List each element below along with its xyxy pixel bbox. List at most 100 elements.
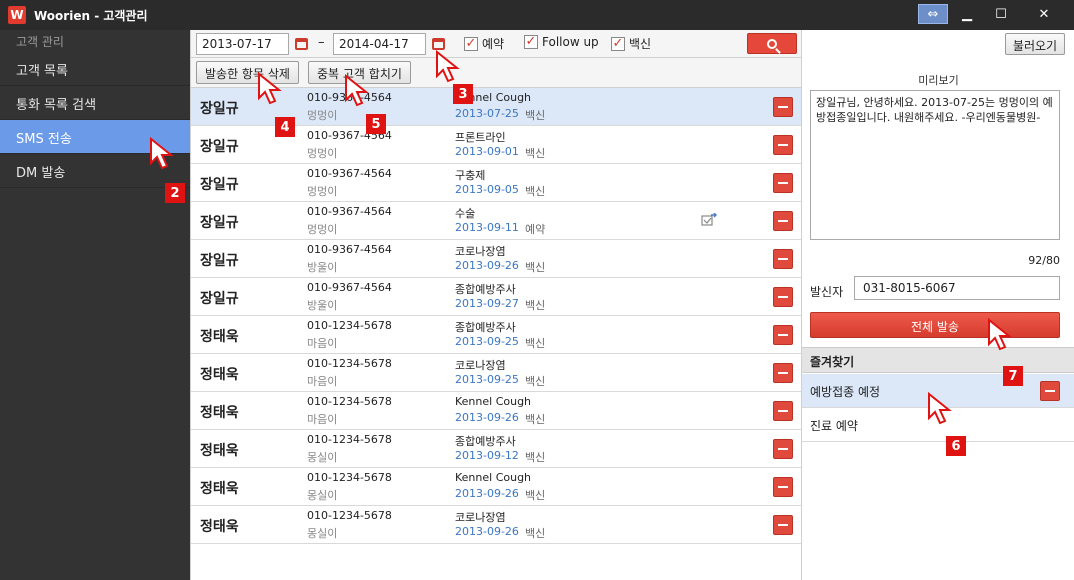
checkbox-label: Follow up bbox=[542, 35, 599, 49]
preview-label: 미리보기 bbox=[918, 74, 959, 87]
schedule-title: 코로나장염 bbox=[455, 245, 506, 258]
filter-bar: 2013-07-17 – 2014-04-17 ✓ 예약 ✓ Follow up… bbox=[191, 30, 802, 58]
schedule-date: 2013-09-05 bbox=[455, 183, 519, 196]
schedule-date: 2013-09-26 bbox=[455, 411, 519, 424]
step-badge: 3 bbox=[453, 84, 473, 104]
pet-name: 멍멍이 bbox=[307, 109, 338, 122]
remove-favorite-button[interactable] bbox=[1040, 381, 1060, 401]
customer-phone: 010-9367-4564 bbox=[307, 281, 392, 294]
search-icon bbox=[767, 38, 777, 49]
schedule-date: 2013-09-26 bbox=[455, 525, 519, 538]
checkbox-follow-up[interactable]: ✓ Follow up bbox=[524, 35, 599, 49]
table-row[interactable]: 정태욱 010-1234-5678 마음이 종합예방주사 2013-09-25 백신 bbox=[191, 316, 802, 354]
customer-phone: 010-9367-4564 bbox=[307, 167, 392, 180]
end-date-input[interactable]: 2014-04-17 bbox=[333, 33, 426, 55]
close-button[interactable]: ✕ bbox=[1020, 4, 1068, 24]
schedule-date: 2013-09-27 bbox=[455, 297, 519, 310]
load-button[interactable]: 불러오기 bbox=[1005, 33, 1065, 55]
schedule-type: 백신 bbox=[525, 185, 546, 198]
schedule-type: 백신 bbox=[525, 413, 546, 426]
table-row[interactable]: 장일규 010-9367-4564 방울이 코로나장염 2013-09-26 백신 bbox=[191, 240, 802, 278]
table-row[interactable]: 정태욱 010-1234-5678 몽실이 종합예방주사 2013-09-12 백신 bbox=[191, 430, 802, 468]
customer-name: 장일규 bbox=[200, 253, 239, 269]
schedule-type: 백신 bbox=[525, 375, 546, 388]
delete-row-button[interactable] bbox=[773, 287, 793, 307]
customer-name: 장일규 bbox=[200, 177, 239, 193]
delete-row-button[interactable] bbox=[773, 211, 793, 231]
customer-phone: 010-1234-5678 bbox=[307, 395, 392, 408]
swap-view-button[interactable]: ⇔ bbox=[918, 4, 948, 24]
schedule-date: 2013-09-01 bbox=[455, 145, 519, 158]
sender-label: 발신자 bbox=[810, 285, 844, 299]
customer-phone: 010-1234-5678 bbox=[307, 357, 392, 370]
table-row[interactable]: 장일규 010-9367-4564 멍멍이 수술 2013-09-11 예약 bbox=[191, 202, 802, 240]
sidebar-item-customer-list[interactable]: 고객 목록 bbox=[0, 52, 190, 86]
pet-name: 마음이 bbox=[307, 413, 338, 426]
delete-row-button[interactable] bbox=[773, 363, 793, 383]
customer-name: 정태욱 bbox=[200, 519, 239, 535]
sidebar-item-call-search[interactable]: 통화 목록 검색 bbox=[0, 86, 190, 120]
schedule-date: 2013-09-25 bbox=[455, 335, 519, 348]
schedule-date: 2013-09-25 bbox=[455, 373, 519, 386]
customer-phone: 010-1234-5678 bbox=[307, 509, 392, 522]
checkbox-label: 백신 bbox=[629, 37, 652, 51]
sidebar: 고객 관리 고객 목록 통화 목록 검색 SMS 전송 DM 발송 bbox=[0, 30, 190, 580]
minimize-button[interactable]: ▁ bbox=[952, 4, 982, 24]
delete-row-button[interactable] bbox=[773, 515, 793, 535]
pet-name: 방울이 bbox=[307, 299, 338, 312]
delete-row-button[interactable] bbox=[773, 97, 793, 117]
delete-row-button[interactable] bbox=[773, 173, 793, 193]
step-badge: 2 bbox=[165, 183, 185, 203]
step-badge: 6 bbox=[946, 436, 966, 456]
schedule-date: 2013-09-26 bbox=[455, 487, 519, 500]
date-separator: – bbox=[318, 35, 325, 50]
calendar-icon[interactable] bbox=[291, 34, 311, 54]
table-row[interactable]: 장일규 010-9367-4564 방울이 종합예방주사 2013-09-27 백신 bbox=[191, 278, 802, 316]
step-badge: 5 bbox=[366, 114, 386, 134]
title-bar: W Woorien - 고객관리 ⇔ ▁ ☐ ✕ bbox=[0, 0, 1074, 30]
table-row[interactable]: 장일규 010-9367-4564 멍멍이 구충제 2013-09-05 백신 bbox=[191, 164, 802, 202]
start-date-input[interactable]: 2013-07-17 bbox=[196, 33, 289, 55]
checkbox-reservation[interactable]: ✓ 예약 bbox=[464, 35, 504, 52]
schedule-date: 2013-07-25 bbox=[455, 107, 519, 120]
pet-name: 몽실이 bbox=[307, 489, 338, 502]
sender-input[interactable]: 031-8015-6067 bbox=[854, 276, 1060, 300]
customer-name: 정태욱 bbox=[200, 367, 239, 383]
table-row[interactable]: 정태욱 010-1234-5678 마음이 Kennel Cough 2013-09-2… bbox=[191, 392, 802, 430]
customer-name: 정태욱 bbox=[200, 481, 239, 497]
char-count: 92/80 bbox=[1028, 254, 1060, 267]
table-row[interactable]: 정태욱 010-1234-5678 몽실이 Kennel Cough 2013-09-2… bbox=[191, 468, 802, 506]
schedule-type: 백신 bbox=[525, 451, 546, 464]
delete-row-button[interactable] bbox=[773, 135, 793, 155]
table-row[interactable]: 정태욱 010-1234-5678 몽실이 코로나장염 2013-09-26 백신 bbox=[191, 506, 802, 544]
main-panel: 2013-07-17 – 2014-04-17 ✓ 예약 ✓ Follow up… bbox=[190, 30, 802, 580]
sidebar-header: 고객 관리 bbox=[16, 35, 64, 49]
schedule-type: 백신 bbox=[525, 527, 546, 540]
schedule-type: 백신 bbox=[525, 109, 546, 122]
schedule-type: 백신 bbox=[525, 337, 546, 350]
delete-row-button[interactable] bbox=[773, 401, 793, 421]
favorites-header: 즐겨찾기 bbox=[802, 347, 1074, 373]
delete-row-button[interactable] bbox=[773, 477, 793, 497]
preview-textarea[interactable]: 장일규님, 안녕하세요. 2013-07-25는 멍멍이의 예방접종일입니다. … bbox=[810, 90, 1060, 240]
maximize-button[interactable]: ☐ bbox=[986, 4, 1016, 24]
table-row[interactable]: 정태욱 010-1234-5678 마음이 코로나장염 2013-09-25 백신 bbox=[191, 354, 802, 392]
schedule-type: 백신 bbox=[525, 261, 546, 274]
delete-row-button[interactable] bbox=[773, 439, 793, 459]
message-sent-icon bbox=[701, 213, 717, 226]
pet-name: 멍멍이 bbox=[307, 223, 338, 236]
schedule-title: 코로나장염 bbox=[455, 511, 506, 524]
schedule-date: 2013-09-26 bbox=[455, 259, 519, 272]
schedule-date: 2013-09-11 bbox=[455, 221, 519, 234]
schedule-title: 코로나장염 bbox=[455, 359, 506, 372]
schedule-type: 예약 bbox=[525, 223, 546, 236]
delete-row-button[interactable] bbox=[773, 249, 793, 269]
search-button[interactable] bbox=[747, 33, 797, 54]
cursor-arrow-icon bbox=[150, 137, 174, 170]
send-all-button[interactable]: 전체 발송 bbox=[810, 312, 1060, 338]
cursor-arrow-icon bbox=[258, 72, 282, 105]
schedule-type: 백신 bbox=[525, 299, 546, 312]
customer-name: 장일규 bbox=[200, 291, 239, 307]
delete-row-button[interactable] bbox=[773, 325, 793, 345]
checkbox-vaccine[interactable]: ✓ 백신 bbox=[611, 35, 651, 52]
